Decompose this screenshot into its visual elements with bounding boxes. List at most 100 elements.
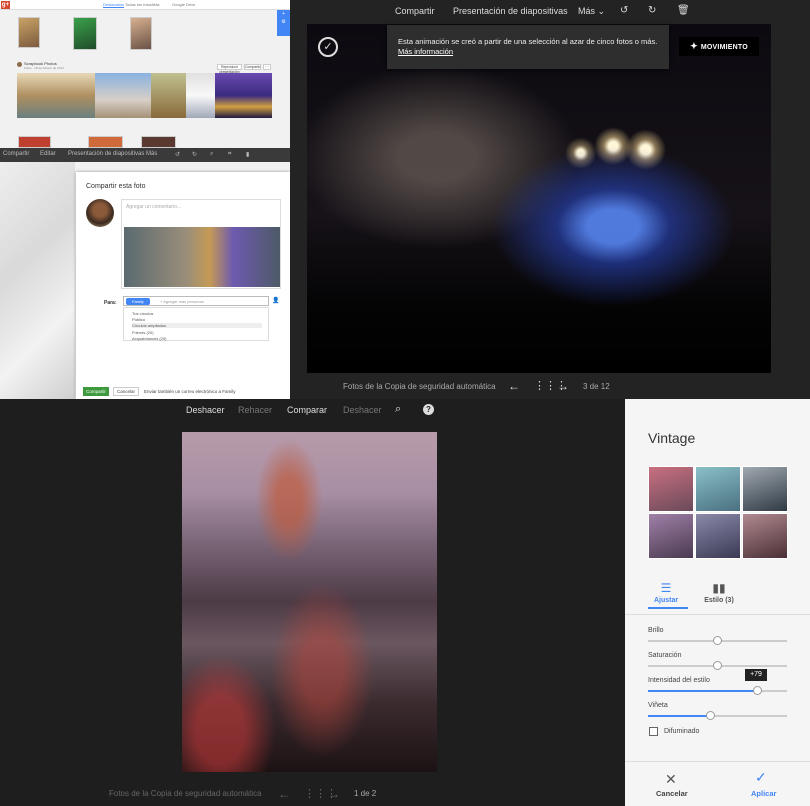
concert-photo <box>307 24 771 373</box>
check-icon[interactable]: ✓ <box>318 37 338 57</box>
filter-preset[interactable] <box>742 513 788 559</box>
lightbox-panel: Compartir Presentación de diapositivas M… <box>290 0 810 399</box>
add-people-link[interactable]: + Agregar más personas <box>160 299 204 304</box>
shared-photo-dog <box>124 227 280 287</box>
share-button[interactable]: Compartir <box>83 387 109 396</box>
apply-button[interactable]: Aplicar <box>751 789 776 798</box>
rotate-left-icon[interactable]: ↺ <box>175 151 180 158</box>
more-info-link[interactable]: Más información <box>398 47 453 56</box>
nav-google-drive[interactable]: Google Drive <box>172 2 195 7</box>
screenshot-collage: g+ Destacados Todas tus fotos Más Google… <box>0 0 810 806</box>
photo-source[interactable]: Fotos de la Copia de seguridad automátic… <box>343 382 496 391</box>
tab-style[interactable]: ▮▮ Estilo (3) <box>701 581 737 604</box>
filter-preset[interactable] <box>648 513 694 559</box>
slider-fill <box>648 715 711 717</box>
blur-checkbox[interactable] <box>649 727 658 736</box>
more-button[interactable]: Más ⌄ <box>578 6 605 17</box>
slideshow-menu-item[interactable]: Presentación de diapositivas <box>68 151 144 157</box>
filter-preset[interactable] <box>742 466 788 512</box>
circle-option[interactable]: Círculos ampliados <box>132 323 262 328</box>
help-icon[interactable]: ? <box>423 404 434 415</box>
close-icon[interactable]: ✕ <box>665 771 677 788</box>
slider-handle[interactable] <box>706 711 716 720</box>
arrow-left-icon[interactable]: ← <box>278 787 290 801</box>
chevron-down-icon: ⌄ <box>597 6 606 16</box>
play-slideshow-button[interactable]: Reproducir presentación <box>217 64 242 74</box>
arrow-right-icon[interactable]: → <box>557 379 569 393</box>
brightness-slider[interactable] <box>648 636 787 645</box>
divider <box>625 614 810 615</box>
vignette-label: Viñeta <box>648 702 668 709</box>
nav-mas[interactable]: Más <box>152 2 160 7</box>
saturation-slider[interactable] <box>648 661 787 670</box>
trash-icon[interactable]: ▮ <box>246 151 249 158</box>
slider-handle[interactable] <box>753 686 763 695</box>
undo-button[interactable]: Deshacer <box>186 405 225 415</box>
style-intensity-slider[interactable] <box>648 686 787 695</box>
google-plus-logo[interactable]: g+ <box>1 1 10 9</box>
filter-preset[interactable] <box>695 466 741 512</box>
circle-option[interactable]: Tus círculos <box>132 311 153 316</box>
add-person-icon[interactable]: 👤 <box>272 297 279 304</box>
comment-input[interactable]: Agregar un comentario... <box>121 199 281 289</box>
slider-handle[interactable] <box>713 636 722 645</box>
search-icon[interactable]: ⌕ <box>210 151 213 158</box>
add-icon[interactable]: + <box>277 10 290 18</box>
photo-thumbnail[interactable] <box>130 17 152 50</box>
filter-title: Vintage <box>648 430 696 446</box>
zoom-icon[interactable]: ⌕ <box>395 403 401 416</box>
photo-thumbnail[interactable] <box>18 136 51 148</box>
background-photo <box>0 162 75 399</box>
check-icon[interactable]: ✓ <box>755 769 767 786</box>
redo-button[interactable]: Rehacer <box>238 405 272 415</box>
rotate-left-icon[interactable]: ↺ <box>620 5 628 16</box>
tab-adjust[interactable]: ☰ Ajustar <box>651 581 681 604</box>
album-photo-bridge[interactable] <box>17 73 95 118</box>
crop-icon[interactable]: ⌗ <box>228 151 231 158</box>
recipients-input[interactable]: Family + Agregar más personas <box>123 296 269 306</box>
photo-thumbnail[interactable] <box>88 136 123 148</box>
email-checkbox-label[interactable]: Enviar también un correo electrónico a F… <box>144 389 236 394</box>
album-photo-person[interactable] <box>95 73 151 118</box>
motion-button[interactable]: ✦ MOVIMIENTO <box>679 37 759 56</box>
circle-option[interactable]: Acquaintances (29) <box>132 336 166 341</box>
gear-icon[interactable]: ⚙ <box>277 18 290 26</box>
trash-icon[interactable]: 🗑 <box>677 5 690 16</box>
arrow-left-icon[interactable]: ← <box>508 379 520 393</box>
album-more-button[interactable]: ··· <box>263 64 271 70</box>
rotate-right-icon[interactable]: ↻ <box>192 151 197 158</box>
photo-thumbnail[interactable] <box>141 136 176 148</box>
side-action-bar[interactable]: + ⚙ <box>277 10 290 36</box>
slider-handle[interactable] <box>713 661 722 670</box>
circle-option[interactable]: Público <box>132 317 145 322</box>
share-button[interactable]: Compartir <box>395 6 435 16</box>
comment-placeholder: Agregar un comentario... <box>126 204 182 210</box>
cancel-button[interactable]: Cancelar <box>113 387 139 396</box>
slider-value-tooltip: +79 <box>745 669 767 681</box>
edit-menu-item[interactable]: Editar <box>40 151 56 157</box>
album-share-button[interactable]: Compartir <box>244 64 261 70</box>
cancel-button[interactable]: Cancelar <box>656 789 688 798</box>
photo-thumbnail[interactable] <box>18 17 40 48</box>
photo-source[interactable]: Fotos de la Copia de seguridad automátic… <box>109 789 262 798</box>
filter-preset[interactable] <box>648 466 694 512</box>
album-photo-street[interactable] <box>151 73 186 118</box>
nav-destacados[interactable]: Destacados <box>103 2 125 8</box>
family-chip[interactable]: Family <box>126 298 150 305</box>
circle-option[interactable]: Friends (20) <box>132 330 154 335</box>
album-photo-couple[interactable] <box>186 73 215 118</box>
photo-thumbnail[interactable] <box>73 17 97 50</box>
undo-all-button[interactable]: Deshacer <box>343 405 382 415</box>
filter-preset[interactable] <box>695 513 741 559</box>
more-menu-item[interactable]: Más <box>146 151 157 157</box>
rotate-right-icon[interactable]: ↻ <box>648 5 656 16</box>
album-photo-night-city[interactable] <box>215 73 272 118</box>
vignette-slider[interactable] <box>648 711 787 720</box>
share-menu-item[interactable]: Compartir <box>3 151 29 157</box>
compare-button[interactable]: Comparar <box>287 405 327 415</box>
arrow-right-icon[interactable]: → <box>328 787 340 801</box>
tab-adjust-label: Ajustar <box>653 597 679 604</box>
google-plus-photos-panel: g+ Destacados Todas tus fotos Más Google… <box>0 0 290 399</box>
nav-todas-tus-fotos[interactable]: Todas tus fotos <box>125 2 152 7</box>
slideshow-button[interactable]: Presentación de diapositivas <box>453 6 568 16</box>
